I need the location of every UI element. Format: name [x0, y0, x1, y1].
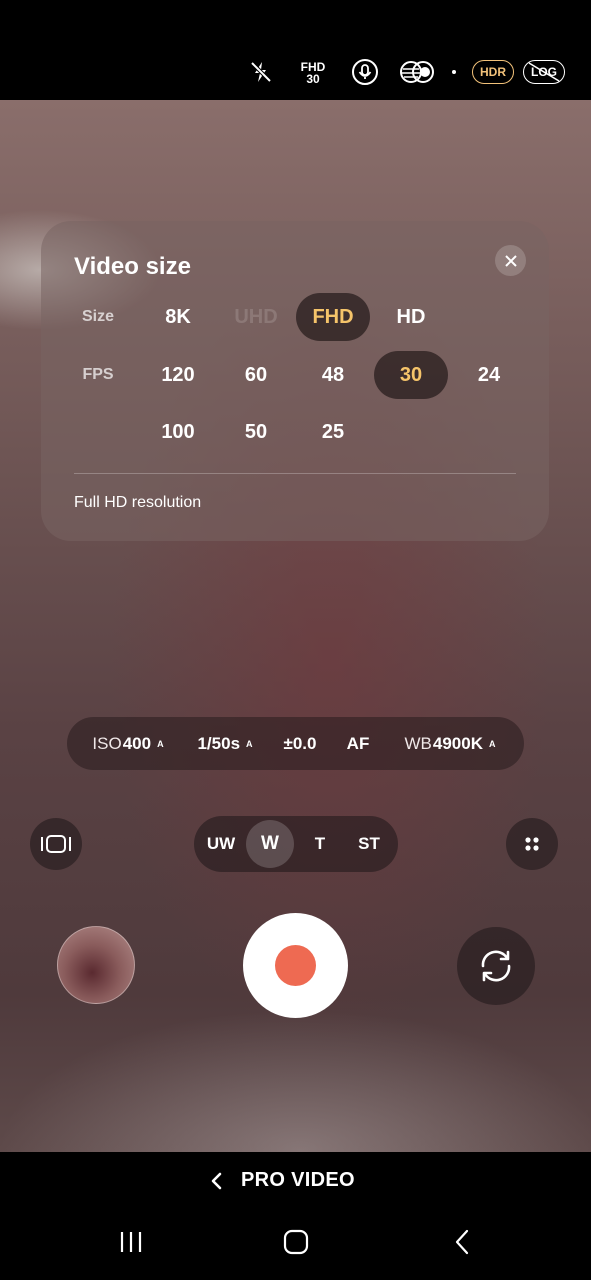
- lens-selector: UW W T ST: [194, 816, 398, 872]
- fps-option-24[interactable]: 24: [452, 351, 526, 399]
- home-button[interactable]: [276, 1226, 316, 1258]
- wb-auto: A: [489, 739, 496, 749]
- wb-value: 4900K: [432, 733, 483, 753]
- resolution-fps: 30: [306, 72, 320, 86]
- lens-option-t[interactable]: T: [296, 820, 344, 868]
- size-option-8k[interactable]: 8K: [141, 293, 215, 341]
- resolution-description: Full HD resolution: [74, 494, 202, 511]
- aspect-ratio-button[interactable]: [30, 818, 82, 870]
- ev-value: ±0.0: [283, 733, 317, 753]
- wb-key: WB: [404, 733, 432, 753]
- lens-option-st[interactable]: ST: [345, 820, 393, 868]
- shutter-speed-setting[interactable]: 1/50s A: [197, 717, 252, 770]
- exposure-setting[interactable]: ±0.0: [284, 717, 317, 770]
- camera-top-bar: FHD 30 HDR LOG: [0, 0, 591, 100]
- iso-key: ISO: [92, 733, 122, 753]
- microphone-icon[interactable]: [351, 58, 379, 86]
- size-option-fhd[interactable]: FHD: [296, 293, 370, 341]
- record-dot: [275, 945, 316, 986]
- hdr-toggle[interactable]: HDR: [472, 60, 514, 84]
- focus-value: AF: [346, 733, 370, 753]
- fps-option-50[interactable]: 50: [219, 408, 293, 456]
- recents-button[interactable]: [111, 1226, 151, 1258]
- close-button[interactable]: [495, 245, 526, 276]
- panel-divider: [74, 473, 516, 474]
- size-option-uhd: UHD: [234, 305, 278, 328]
- mode-bar: PRO VIDEO: [0, 1152, 591, 1212]
- record-button[interactable]: [243, 913, 348, 1018]
- white-balance-setting[interactable]: WB 4900K A: [405, 717, 496, 770]
- fps-option-48[interactable]: 48: [296, 351, 370, 399]
- camera-viewfinder[interactable]: Video size Size FPS 8K UHD FHD HD 120 60…: [0, 100, 591, 1152]
- fps-option-25[interactable]: 25: [296, 408, 370, 456]
- log-label-wrap: LOG: [528, 62, 560, 82]
- iso-auto: A: [157, 739, 164, 749]
- system-nav-bar: [0, 1212, 591, 1280]
- more-options-button[interactable]: [506, 818, 558, 870]
- filter-icon[interactable]: [398, 58, 436, 86]
- back-button[interactable]: [442, 1226, 482, 1258]
- fps-row-label: FPS: [82, 366, 114, 383]
- aspect-ratio-icon: [41, 835, 71, 853]
- iso-value: 400: [122, 733, 152, 753]
- log-strike-icon: [528, 62, 560, 82]
- back-icon: [455, 1229, 469, 1255]
- shutter-auto: A: [246, 739, 253, 749]
- hdr-label: HDR: [480, 65, 506, 79]
- close-icon: [504, 254, 517, 267]
- log-toggle[interactable]: LOG: [523, 60, 565, 84]
- lens-option-uw[interactable]: UW: [197, 820, 245, 868]
- switch-camera-button[interactable]: [457, 927, 535, 1005]
- pro-settings-bar: ISO 400 A 1/50s A ±0.0 AF WB 4900K A: [67, 717, 524, 770]
- more-options-icon: [525, 837, 539, 851]
- focus-setting[interactable]: AF: [347, 717, 370, 770]
- chevron-left-icon: [211, 1172, 222, 1190]
- fps-option-120[interactable]: 120: [141, 351, 215, 399]
- size-option-hd[interactable]: HD: [374, 293, 448, 341]
- iso-setting[interactable]: ISO 400 A: [92, 717, 163, 770]
- size-row-label: Size: [81, 308, 115, 325]
- mode-label[interactable]: PRO VIDEO: [241, 1169, 355, 1192]
- gallery-thumbnail[interactable]: [57, 926, 135, 1004]
- panel-title: Video size: [74, 253, 191, 280]
- recents-icon: [120, 1232, 142, 1252]
- resolution-badge[interactable]: FHD 30: [298, 59, 328, 87]
- lens-option-w[interactable]: W: [246, 820, 294, 868]
- mode-back-button[interactable]: [207, 1169, 225, 1193]
- fps-option-30[interactable]: 30: [374, 351, 448, 399]
- video-size-panel: Video size Size FPS 8K UHD FHD HD 120 60…: [41, 221, 549, 541]
- separator-dot: [452, 70, 456, 74]
- shutter-value: 1/50s: [197, 733, 241, 753]
- fps-option-60[interactable]: 60: [219, 351, 293, 399]
- fps-option-100[interactable]: 100: [141, 408, 215, 456]
- flash-off-icon[interactable]: [247, 58, 275, 86]
- home-icon: [283, 1229, 309, 1255]
- switch-camera-icon: [481, 950, 511, 982]
